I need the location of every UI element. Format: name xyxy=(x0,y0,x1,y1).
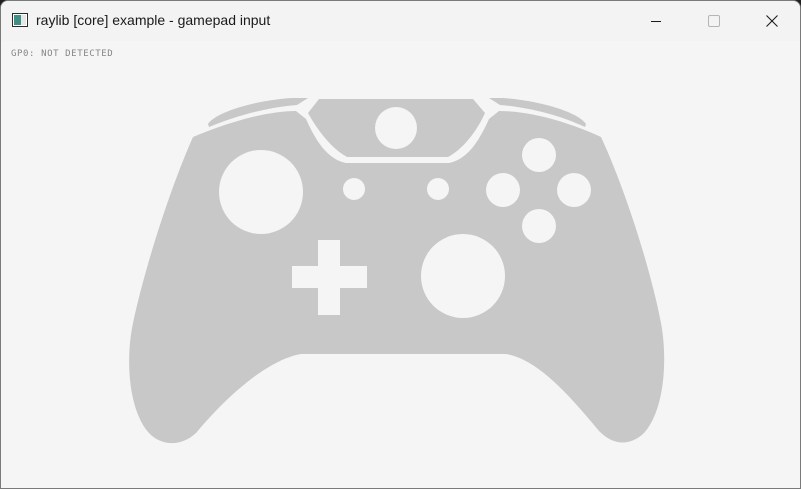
maximize-button[interactable] xyxy=(685,1,743,41)
close-button[interactable] xyxy=(743,1,800,41)
button-a xyxy=(522,209,556,243)
dpad-horizontal xyxy=(292,266,367,288)
left-thumbstick xyxy=(219,150,303,234)
raylib-window: raylib [core] example - gamepad input GP… xyxy=(0,0,801,489)
view-button xyxy=(343,178,365,200)
render-canvas: GP0: NOT DETECTED xyxy=(1,41,800,488)
right-thumbstick xyxy=(421,234,505,318)
guide-button xyxy=(375,107,417,149)
button-y xyxy=(522,138,556,172)
button-x xyxy=(486,173,520,207)
close-icon xyxy=(766,15,778,27)
raylib-window-icon xyxy=(12,13,28,27)
gamepad-illustration xyxy=(129,98,665,444)
menu-button xyxy=(427,178,449,200)
gamepad-body xyxy=(129,111,665,444)
button-b xyxy=(557,173,591,207)
title-bar[interactable]: raylib [core] example - gamepad input xyxy=(1,1,800,41)
window-title: raylib [core] example - gamepad input xyxy=(36,12,271,28)
minimize-button[interactable] xyxy=(627,1,685,41)
minimize-icon xyxy=(651,21,661,22)
maximize-icon xyxy=(708,15,720,27)
